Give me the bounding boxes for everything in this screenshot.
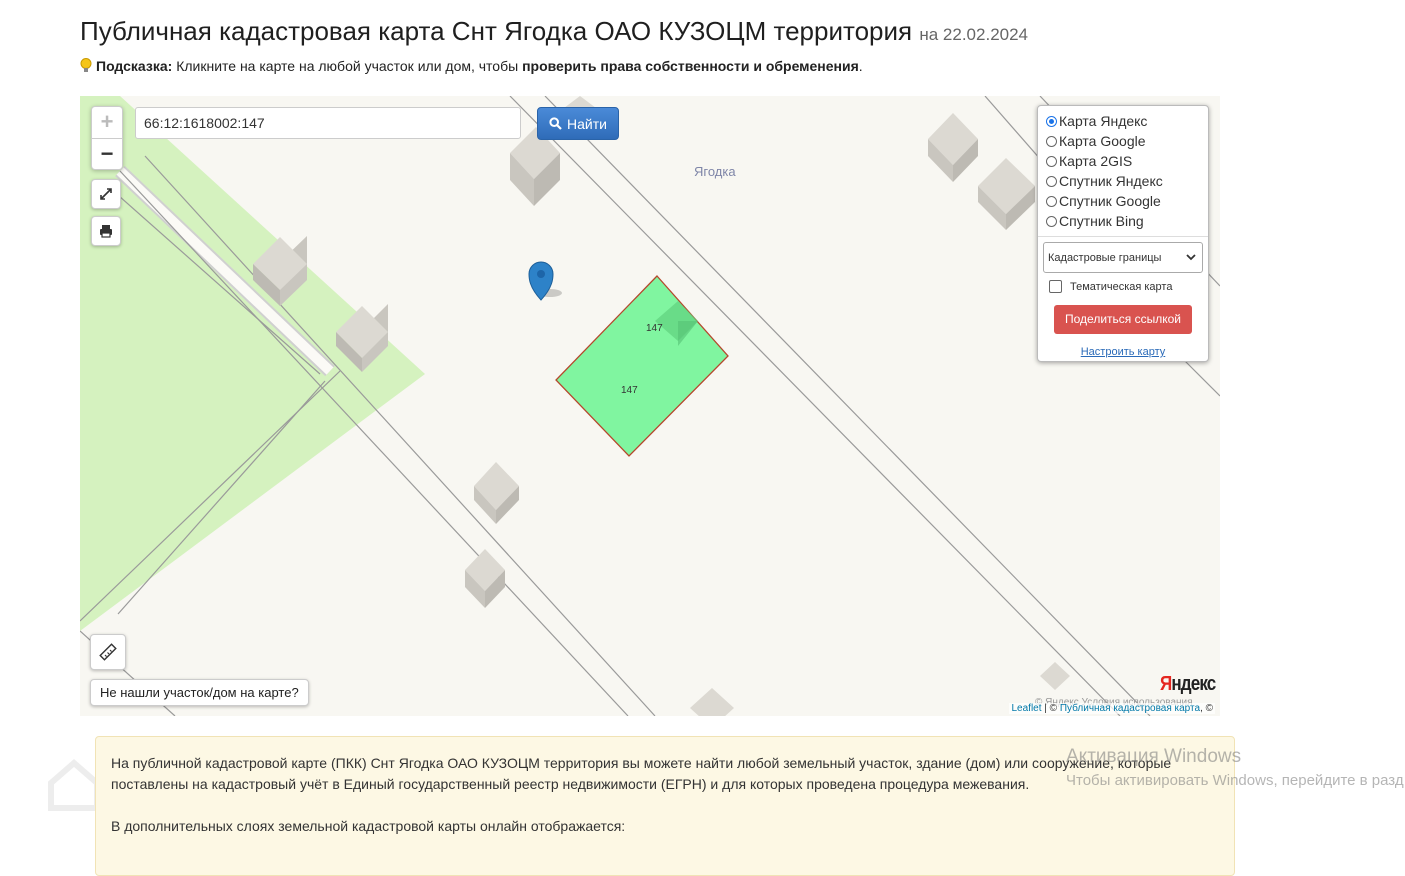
layer-option[interactable]: Спутник Google — [1043, 191, 1203, 211]
parcel-label: 147 — [646, 323, 663, 334]
page-date: на 22.02.2024 — [919, 25, 1029, 44]
yandex-logo-rest: ндекс — [1171, 673, 1216, 695]
print-button[interactable] — [91, 216, 121, 246]
yandex-logo: Яндекс — [1160, 673, 1216, 696]
layer-option-label: Карта Google — [1059, 133, 1146, 149]
windows-activation-watermark: Активация Windows Чтобы активировать Win… — [1066, 746, 1404, 789]
fullscreen-icon — [100, 188, 112, 200]
thematic-label: Тематическая карта — [1070, 280, 1173, 293]
zoom-control: + − — [91, 106, 123, 170]
layer-option-label: Карта Яндекс — [1059, 113, 1148, 129]
info-paragraph: На публичной кадастровой карте (ПКК) Снт… — [111, 755, 1172, 792]
windows-activation-text: Чтобы активировать Windows, перейдите в … — [1066, 772, 1404, 789]
hint-text: Кликните на карте на любой участок или д… — [176, 58, 519, 74]
zoom-out-button[interactable]: − — [92, 139, 122, 170]
leaflet-link[interactable]: Leaflet — [1011, 703, 1041, 714]
place-label: Ягодка — [694, 164, 736, 179]
page-title-text: Публичная кадастровая карта Снт Ягодка О… — [80, 16, 913, 46]
layer-option-label: Карта 2GIS — [1059, 153, 1133, 169]
divider — [1038, 236, 1208, 237]
info-box: На публичной кадастровой карте (ПКК) Снт… — [95, 736, 1235, 876]
hint-label: Подсказка: — [96, 58, 173, 74]
thematic-toggle[interactable]: Тематическая карта — [1043, 280, 1203, 293]
zoom-in-button[interactable]: + — [92, 107, 122, 139]
radio-button[interactable] — [1046, 195, 1057, 207]
pkk-link[interactable]: Публичная кадастровая карта — [1060, 703, 1200, 714]
layer-option-label: Спутник Bing — [1059, 213, 1144, 229]
fullscreen-button[interactable] — [91, 179, 121, 209]
layer-option[interactable]: Спутник Bing — [1043, 211, 1203, 231]
search-input[interactable] — [135, 107, 521, 139]
parcel-label: 147 — [621, 385, 638, 396]
chevron-down-icon — [1186, 254, 1196, 261]
map-attribution: Leaflet | © Публичная кадастровая карта,… — [1009, 703, 1215, 714]
search-icon — [549, 117, 562, 130]
layer-select-value: Кадастровые границы — [1048, 251, 1162, 264]
thematic-checkbox[interactable] — [1049, 280, 1062, 293]
not-found-button[interactable]: Не нашли участок/дом на карте? — [90, 679, 309, 706]
layer-select[interactable]: Кадастровые границы — [1043, 242, 1203, 273]
map[interactable]: Ягодка 147 147 + − Найти Карта Яндекс Ка… — [80, 96, 1220, 716]
page-title: Публичная кадастровая карта Снт Ягодка О… — [80, 16, 1028, 47]
lightbulb-icon — [80, 58, 92, 72]
hint: Подсказка: Кликните на карте на любой уч… — [80, 58, 863, 74]
radio-button[interactable] — [1046, 175, 1057, 187]
print-icon — [100, 225, 112, 238]
find-button[interactable]: Найти — [537, 107, 619, 140]
parcel-147 — [555, 275, 729, 457]
attribution-end: , © — [1200, 703, 1213, 714]
layer-option[interactable]: Спутник Яндекс — [1043, 171, 1203, 191]
ruler-icon — [99, 643, 117, 661]
radio-button[interactable] — [1046, 135, 1057, 147]
info-paragraph: В дополнительных слоях земельной кадастр… — [111, 818, 626, 834]
layer-option[interactable]: Карта Google — [1043, 131, 1203, 151]
radio-button[interactable] — [1046, 155, 1057, 167]
setup-map-link[interactable]: Настроить карту — [1043, 346, 1203, 358]
find-button-label: Найти — [567, 115, 607, 132]
attribution-sep: | © — [1041, 703, 1060, 714]
radio-button[interactable] — [1046, 115, 1057, 127]
layer-option[interactable]: Карта Яндекс — [1043, 111, 1203, 131]
layer-option[interactable]: Карта 2GIS — [1043, 151, 1203, 171]
hint-bold: проверить права собственности и обремене… — [522, 58, 859, 74]
layers-panel: Карта Яндекс Карта Google Карта 2GIS Спу… — [1037, 105, 1209, 362]
ruler-button[interactable] — [90, 634, 126, 670]
windows-activation-title: Активация Windows — [1066, 746, 1242, 767]
yandex-logo-first: Я — [1160, 673, 1172, 695]
map-marker-icon — [528, 261, 562, 301]
radio-button[interactable] — [1046, 215, 1057, 227]
layer-option-label: Спутник Яндекс — [1059, 173, 1163, 189]
hint-end: . — [858, 58, 863, 74]
share-link-button[interactable]: Поделиться ссылкой — [1054, 305, 1192, 334]
layer-option-label: Спутник Google — [1059, 193, 1161, 209]
